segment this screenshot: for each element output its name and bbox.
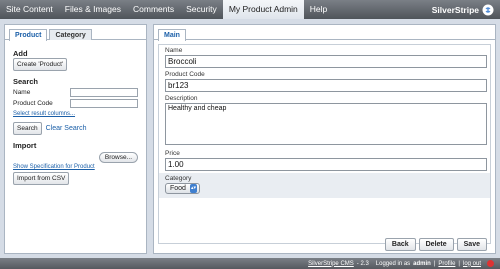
nav-my-product-admin[interactable]: My Product Admin [222,0,304,19]
description-label: Description [165,95,198,102]
clear-search-link[interactable]: Clear Search [46,125,87,132]
save-button[interactable]: Save [456,238,487,251]
logged-in-user: admin [413,260,431,267]
description-textarea[interactable]: Healthy and cheap [165,103,487,145]
cms-link[interactable]: SilverStripe CMS [308,261,354,267]
product-code-label: Product Code [165,71,205,78]
file-upload-row: Browse... [13,152,138,163]
price-field: Price [159,148,490,172]
brand-name: SilverStripe [431,4,479,15]
left-panel-body: Add Create 'Product' Search Name Product… [5,40,146,191]
import-csv-button[interactable]: Import from CSV [13,172,70,185]
form-actions: Back Delete Save [384,238,487,251]
category-select[interactable]: Food ▴▾ [165,183,200,194]
category-field: Category Food ▴▾ [159,173,490,198]
search-name-input[interactable] [70,88,138,97]
description-field: Description Healthy and cheap [159,93,490,148]
nav-site-content[interactable]: Site Content [0,0,59,19]
product-code-input[interactable] [165,79,487,92]
show-specification-link[interactable]: Show Specification for Product [13,164,95,170]
delete-button[interactable]: Delete [418,238,454,251]
nav-comments[interactable]: Comments [127,0,180,19]
back-button[interactable]: Back [384,238,416,251]
nav-files-images[interactable]: Files & Images [59,0,127,19]
nav-security[interactable]: Security [180,0,223,19]
search-name-label: Name [13,89,31,96]
search-code-row: Product Code [13,99,138,108]
category-label: Category [165,175,192,182]
search-code-input[interactable] [70,99,138,108]
product-edit-form: Name Product Code Description Healthy an… [158,44,491,244]
search-section-title: Search [13,77,39,86]
footer-separator: | [433,260,436,267]
silverstripe-logo-icon [482,4,494,15]
main-menu: Site Content Files & Images Comments Sec… [0,0,333,19]
logged-in-text: Logged in as [375,260,411,267]
cms-version: - 2.3 [356,260,369,267]
right-panel: Main Name Product Code Description Healt… [153,24,496,254]
add-section-title: Add [13,49,28,58]
logout-icon[interactable] [487,260,494,267]
profile-link[interactable]: Profile [438,261,455,267]
tab-main[interactable]: Main [158,29,186,41]
left-panel: Product Category Add Create 'Product' Se… [4,24,147,254]
price-label: Price [165,150,180,157]
search-name-row: Name [13,88,138,97]
tab-category[interactable]: Category [49,29,92,40]
left-tabs: Product Category [5,25,146,41]
tab-product[interactable]: Product [9,29,48,41]
price-input[interactable] [165,158,487,171]
browse-button[interactable]: Browse... [98,152,138,163]
import-section-title: Import [13,141,37,150]
footer-bar: SilverStripe CMS - 2.3 Logged in as admi… [0,258,500,269]
create-product-button[interactable]: Create 'Product' [13,58,68,71]
name-field: Name [159,45,490,69]
brand: SilverStripe [432,4,500,16]
top-nav-bar: Site Content Files & Images Comments Sec… [0,0,500,19]
nav-help[interactable]: Help [304,0,333,19]
name-label: Name [165,47,183,54]
right-tabs: Main [154,25,495,41]
product-code-field: Product Code [159,69,490,93]
name-input[interactable] [165,55,487,68]
search-button[interactable]: Search [13,122,42,135]
footer-separator: | [458,260,460,267]
select-columns-link[interactable]: Select result columns... [13,111,75,117]
category-selected-value: Food [170,185,186,192]
logout-link[interactable]: log out [463,261,481,267]
select-arrows-icon: ▴▾ [189,184,197,193]
search-code-label: Product Code [13,100,53,107]
